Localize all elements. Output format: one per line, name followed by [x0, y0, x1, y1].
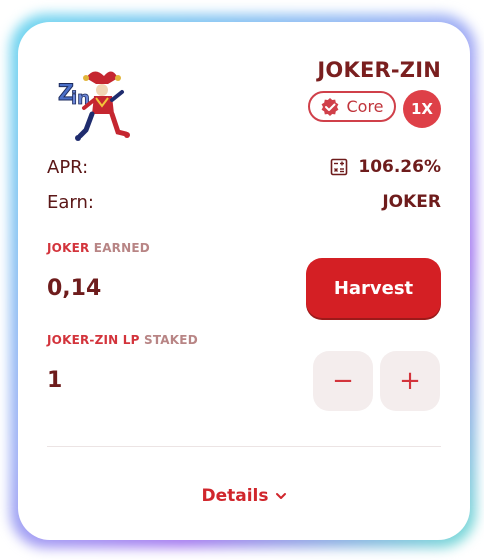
details-label: Details — [201, 486, 269, 506]
apr-value: 106.26% — [358, 157, 441, 177]
details-toggle[interactable]: Details — [18, 486, 470, 506]
divider — [47, 446, 441, 447]
harvest-button[interactable]: Harvest — [306, 258, 441, 318]
verified-badge-icon — [322, 97, 339, 116]
core-badge: Core — [308, 91, 396, 122]
earned-token-label: JOKER — [47, 241, 90, 255]
plus-icon: + — [399, 366, 421, 396]
unstake-button[interactable]: − — [313, 351, 373, 411]
apr-label: APR: — [47, 157, 89, 178]
earn-value: JOKER — [382, 192, 441, 212]
chevron-down-icon — [275, 493, 286, 499]
multiplier-badge: 1X — [403, 90, 441, 128]
apr-value-group: 106.26% — [330, 157, 441, 177]
staked-token-label: JOKER-ZIN LP — [47, 333, 140, 347]
staked-amount: 1 — [47, 368, 63, 393]
stake-button[interactable]: + — [380, 351, 440, 411]
earned-section-label: JOKER EARNED — [47, 241, 150, 255]
joker-zin-logo: Z in — [58, 71, 130, 141]
earn-label: Earn: — [47, 192, 94, 213]
minus-icon: − — [332, 366, 354, 396]
farm-card: Z in JOKER-ZIN Core 1X APR: 106.26% Earn… — [18, 22, 470, 540]
staked-suffix-label: STAKED — [144, 333, 198, 347]
pair-title: JOKER-ZIN — [317, 58, 441, 82]
earned-suffix-label: EARNED — [93, 241, 150, 255]
staked-section-label: JOKER-ZIN LP STAKED — [47, 333, 198, 347]
calculator-icon[interactable] — [330, 158, 348, 176]
earned-amount: 0,14 — [47, 276, 102, 301]
core-badge-label: Core — [346, 97, 384, 116]
